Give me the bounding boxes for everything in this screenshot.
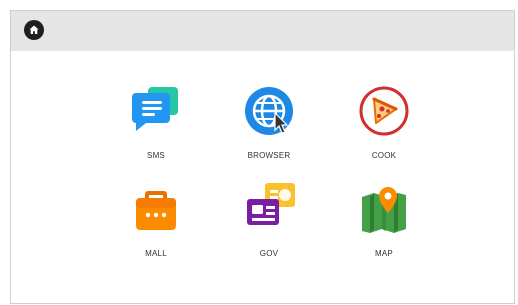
app-label: GOV xyxy=(259,249,279,258)
app-browser[interactable]: BROWSER xyxy=(224,83,314,178)
home-icon xyxy=(29,25,39,34)
app-label: BROWSER xyxy=(247,151,291,160)
id-card-icon xyxy=(239,181,299,241)
app-gov[interactable]: GOV xyxy=(224,181,314,276)
app-label: MAP xyxy=(375,249,393,258)
app-label: COOK xyxy=(371,151,397,160)
app-label: SMS xyxy=(147,151,165,160)
globe-icon xyxy=(239,83,299,143)
home-button[interactable] xyxy=(24,20,44,40)
app-label: MALL xyxy=(145,249,167,258)
top-bar xyxy=(11,11,514,51)
app-sms[interactable]: SMS xyxy=(111,83,201,178)
app-window: SMS BROWSER COOK MALL GOV MAP xyxy=(10,10,515,304)
map-pin-icon xyxy=(354,181,414,241)
app-mall[interactable]: MALL xyxy=(111,181,201,276)
app-cook[interactable]: COOK xyxy=(339,83,429,178)
briefcase-icon xyxy=(126,181,186,241)
pizza-icon xyxy=(354,83,414,143)
message-icon xyxy=(126,83,186,143)
app-map[interactable]: MAP xyxy=(339,181,429,276)
